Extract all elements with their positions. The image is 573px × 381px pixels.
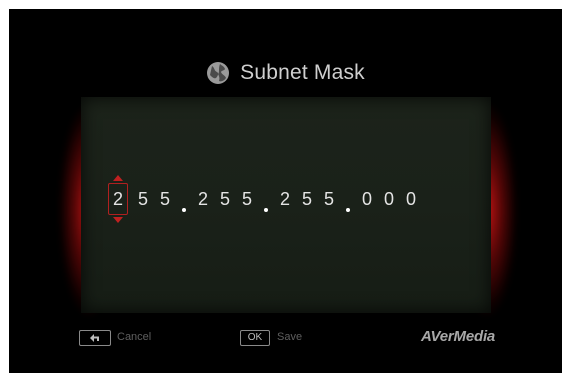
digit[interactable]: 5 [318, 179, 340, 219]
back-arrow-icon [90, 334, 99, 342]
digit[interactable]: 5 [296, 179, 318, 219]
digit[interactable]: 0 [400, 179, 422, 219]
subnet-mask-editor-panel: 2 5 5 2 5 5 2 5 5 0 0 0 [81, 97, 491, 313]
digit[interactable]: 5 [236, 179, 258, 219]
cancel-key[interactable] [79, 330, 111, 346]
increment-arrow-icon[interactable] [113, 175, 123, 181]
digit[interactable]: 2 [274, 179, 296, 219]
footer-hints: Cancel OK Save AVerMedia [9, 327, 562, 351]
digit[interactable]: 5 [214, 179, 236, 219]
octet-separator [340, 179, 356, 219]
decrement-arrow-icon[interactable] [113, 217, 123, 223]
dialog-title-text: Subnet Mask [240, 61, 365, 84]
cancel-label: Cancel [117, 331, 152, 343]
globe-icon [207, 62, 230, 84]
osd-screen: Subnet Mask 2 5 5 2 5 5 2 5 5 0 0 0 Canc… [9, 9, 562, 373]
digit[interactable]: 5 [154, 179, 176, 219]
octet-separator [258, 179, 274, 219]
brand-logo: AVerMedia [421, 328, 496, 345]
subnet-mask-field[interactable]: 2 5 5 2 5 5 2 5 5 0 0 0 [108, 175, 422, 223]
ok-key[interactable]: OK [240, 330, 270, 346]
digit[interactable]: 5 [132, 179, 154, 219]
digit[interactable]: 0 [378, 179, 400, 219]
save-label: Save [277, 331, 303, 343]
selected-digit[interactable]: 2 [108, 175, 128, 223]
dialog-title: Subnet Mask [9, 61, 562, 85]
digit[interactable]: 2 [192, 179, 214, 219]
digit[interactable]: 0 [356, 179, 378, 219]
octet-separator [176, 179, 192, 219]
